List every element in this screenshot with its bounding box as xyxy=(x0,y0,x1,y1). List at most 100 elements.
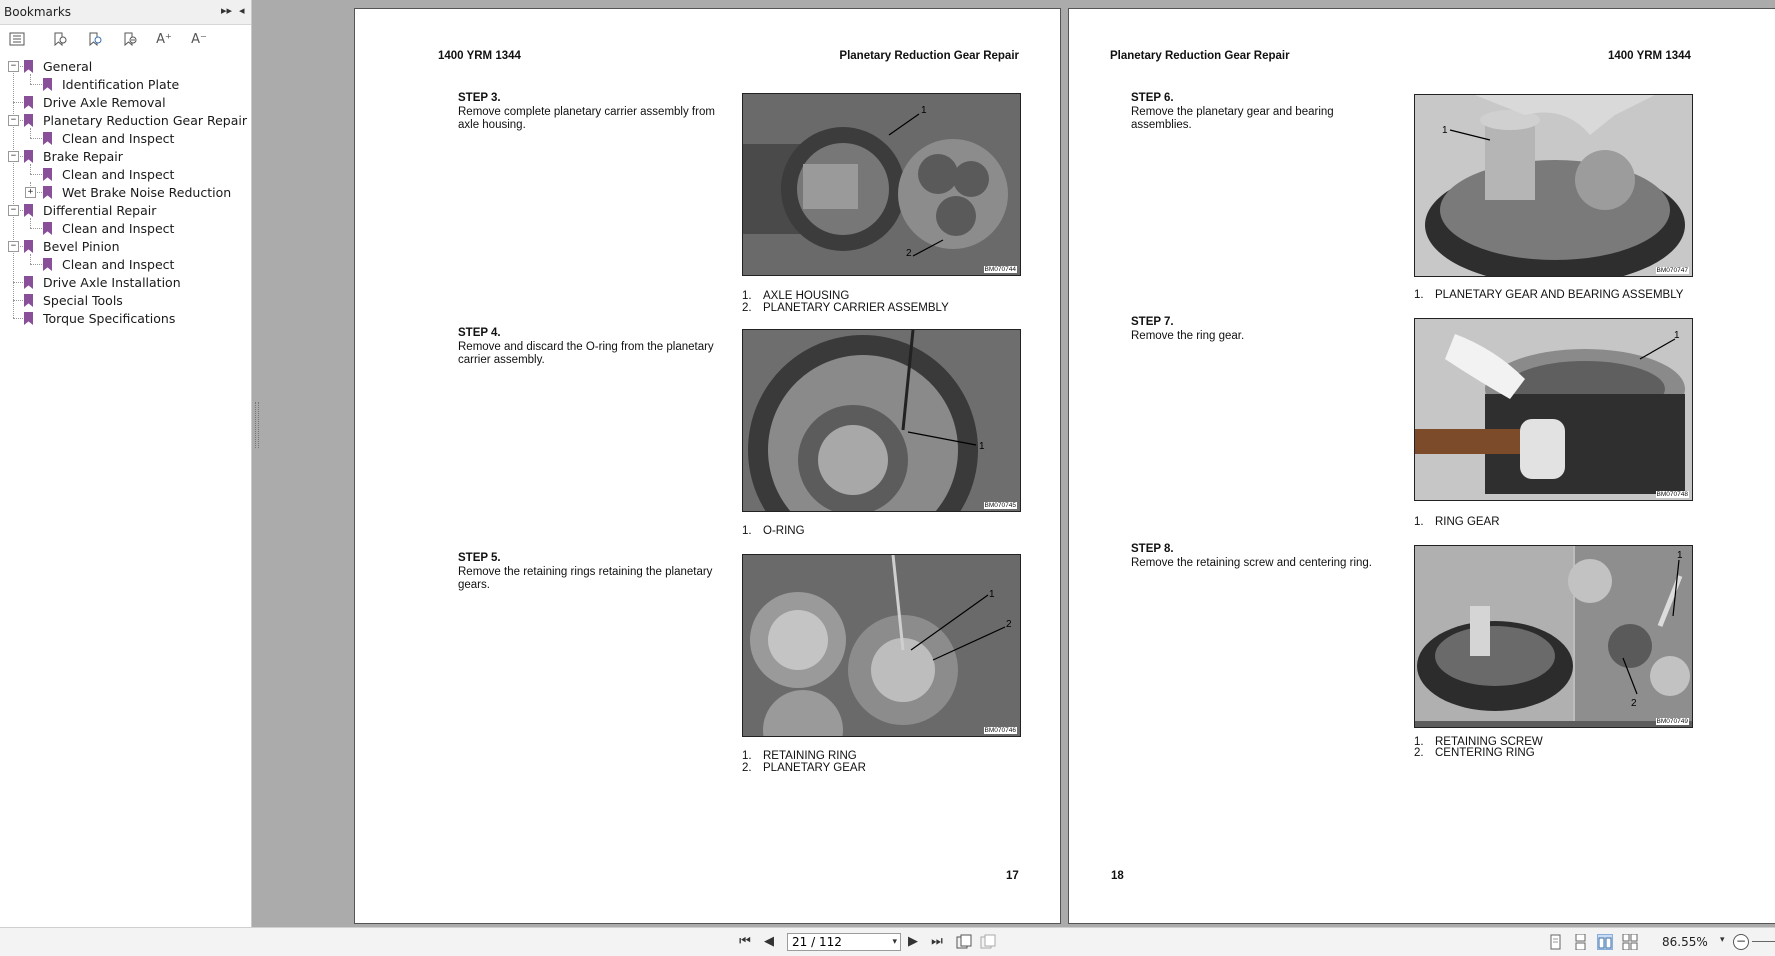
caption-text: PLANETARY GEAR AND BEARING ASSEMBLY xyxy=(1435,289,1684,301)
tree-guide-line xyxy=(13,282,25,283)
bookmark-item-clean-and-inspect[interactable]: Clean and Inspect xyxy=(62,256,174,273)
zoom-dropdown-icon[interactable]: ▾ xyxy=(1720,935,1725,945)
step-title: STEP 8. xyxy=(1131,543,1174,555)
step-text: Remove the planetary gear and bearing as… xyxy=(1131,106,1334,131)
bookmark-item-identification-plate[interactable]: Identification Plate xyxy=(62,76,179,93)
step-title: STEP 3. xyxy=(458,92,501,104)
bookmarks-panel: Bookmarks ▸▸ ◂ A⁺ A⁻ − General Identificat… xyxy=(0,0,252,927)
continuous-icon[interactable] xyxy=(1572,933,1588,951)
bookmark-item-differential-repair[interactable]: Differential Repair xyxy=(43,202,156,219)
next-page-button[interactable]: ▶ xyxy=(904,933,922,950)
tree-guide-line xyxy=(13,300,25,301)
callout-1: 1 xyxy=(1677,550,1683,561)
figure-id: BM070745 xyxy=(983,502,1017,509)
page-header-doc-id: 1400 YRM 1344 xyxy=(438,50,521,62)
bookmark-item-special-tools[interactable]: Special Tools xyxy=(43,292,123,309)
callout-1: 1 xyxy=(1442,125,1448,136)
zoom-out-button[interactable]: − xyxy=(1733,934,1749,950)
bookmark-item-planetary-reduction-gear-repair[interactable]: Planetary Reduction Gear Repair xyxy=(43,112,247,129)
zoom-slider[interactable] xyxy=(1752,941,1775,942)
first-page-button[interactable]: ⏮ xyxy=(736,933,754,950)
fit-width-icon[interactable] xyxy=(980,934,996,950)
figure-id: BM070749 xyxy=(1655,718,1689,725)
collapse-node-icon[interactable]: − xyxy=(8,241,19,252)
bookmark-icon xyxy=(24,60,33,73)
tree-guide-line xyxy=(30,128,31,138)
fit-page-icon[interactable] xyxy=(956,934,972,950)
tree-guide-line xyxy=(30,228,44,229)
callout-1: 1 xyxy=(921,105,927,116)
bookmark-icon xyxy=(43,78,52,91)
figure-id: BM070746 xyxy=(983,727,1017,734)
bookmark-item-clean-and-inspect[interactable]: Clean and Inspect xyxy=(62,130,174,147)
bookmark-icon xyxy=(24,96,33,109)
caption-text: CENTERING RING xyxy=(1435,747,1535,759)
step-text: Remove and discard the O-ring from the p… xyxy=(458,341,714,366)
figure-id: BM070747 xyxy=(1655,267,1689,274)
panel-splitter[interactable] xyxy=(255,402,259,448)
bookmark-icon xyxy=(43,222,52,235)
figure-o-ring: 1 BM070745 xyxy=(742,329,1021,512)
bookmark-item-wet-brake-noise-reduction[interactable]: Wet Brake Noise Reduction xyxy=(62,184,231,201)
step-title: STEP 7. xyxy=(1131,316,1174,328)
bookmarks-header: Bookmarks ▸▸ ◂ xyxy=(0,0,251,25)
collapse-node-icon[interactable]: − xyxy=(8,205,19,216)
bookmark-item-general[interactable]: General xyxy=(43,58,92,75)
tree-guide-line xyxy=(30,218,31,228)
document-page-18: Planetary Reduction Gear Repair 1400 YRM… xyxy=(1068,8,1775,924)
page-header-doc-id: 1400 YRM 1344 xyxy=(1608,50,1691,62)
collapse-node-icon[interactable]: − xyxy=(8,61,19,72)
figure-retaining-screw: 1 2 BM070749 xyxy=(1414,545,1693,728)
page-number: 18 xyxy=(1111,870,1124,882)
caption-number: 2. xyxy=(742,302,752,314)
panel-options-button[interactable]: ▸▸ xyxy=(221,4,232,17)
collapse-node-icon[interactable]: − xyxy=(8,151,19,162)
status-toolbar: ⏮ ◀ 21 / 112 ▾ ▶ ⏭ 86.55% ▾ − xyxy=(0,927,1775,956)
single-page-icon[interactable] xyxy=(1547,934,1563,950)
page-header-section: Planetary Reduction Gear Repair xyxy=(839,50,1019,62)
caption-number: 1. xyxy=(1414,516,1424,528)
figure-retaining-ring: 1 2 BM070746 xyxy=(742,554,1021,737)
last-page-button[interactable]: ⏭ xyxy=(928,933,946,950)
bookmarks-toolbar: A⁺ A⁻ xyxy=(0,25,251,53)
caption-text: AXLE HOUSING xyxy=(763,290,850,302)
caption-number: 2. xyxy=(1414,747,1424,759)
tree-guide-line xyxy=(30,174,44,175)
page-header-section: Planetary Reduction Gear Repair xyxy=(1110,50,1290,62)
caption-text: RING GEAR xyxy=(1435,516,1500,528)
bookmark-item-clean-and-inspect[interactable]: Clean and Inspect xyxy=(62,220,174,237)
bookmark-add-icon[interactable] xyxy=(85,29,105,49)
bookmark-delete-icon[interactable] xyxy=(120,29,140,49)
page-number-input[interactable]: 21 / 112 ▾ xyxy=(787,933,901,951)
bookmark-icon xyxy=(24,150,33,163)
figure-id: BM070748 xyxy=(1655,491,1689,498)
page-number: 17 xyxy=(1006,870,1019,882)
collapse-node-icon[interactable]: − xyxy=(8,115,19,126)
bookmark-icon xyxy=(24,114,33,127)
collapse-panel-button[interactable]: ◂ xyxy=(239,4,245,17)
figure-ring-gear: 1 BM070748 xyxy=(1414,318,1693,501)
bookmark-expand-icon[interactable] xyxy=(50,29,70,49)
text-size-increase-icon[interactable]: A⁺ xyxy=(154,29,174,49)
bookmark-item-clean-and-inspect[interactable]: Clean and Inspect xyxy=(62,166,174,183)
previous-page-button[interactable]: ◀ xyxy=(760,933,778,950)
bookmark-item-brake-repair[interactable]: Brake Repair xyxy=(43,148,123,165)
bookmark-item-bevel-pinion[interactable]: Bevel Pinion xyxy=(43,238,120,255)
two-page-continuous-icon[interactable] xyxy=(1622,933,1638,951)
callout-2: 2 xyxy=(1631,698,1637,709)
caption-number: 1. xyxy=(742,750,752,762)
bookmark-icon xyxy=(24,312,33,325)
callout-2: 2 xyxy=(906,248,912,259)
two-page-icon[interactable] xyxy=(1597,934,1613,950)
tree-guide-line xyxy=(30,74,31,84)
step-title: STEP 6. xyxy=(1131,92,1174,104)
callout-1: 1 xyxy=(1674,330,1680,341)
bookmark-item-torque-specifications[interactable]: Torque Specifications xyxy=(43,310,175,327)
bookmark-item-drive-axle-removal[interactable]: Drive Axle Removal xyxy=(43,94,166,111)
bookmark-item-drive-axle-installation[interactable]: Drive Axle Installation xyxy=(43,274,181,291)
list-options-icon[interactable] xyxy=(7,29,27,49)
chevron-down-icon[interactable]: ▾ xyxy=(892,934,897,950)
zoom-level[interactable]: 86.55% xyxy=(1662,935,1708,949)
text-size-decrease-icon[interactable]: A⁻ xyxy=(189,29,209,49)
expand-node-icon[interactable]: + xyxy=(25,187,36,198)
